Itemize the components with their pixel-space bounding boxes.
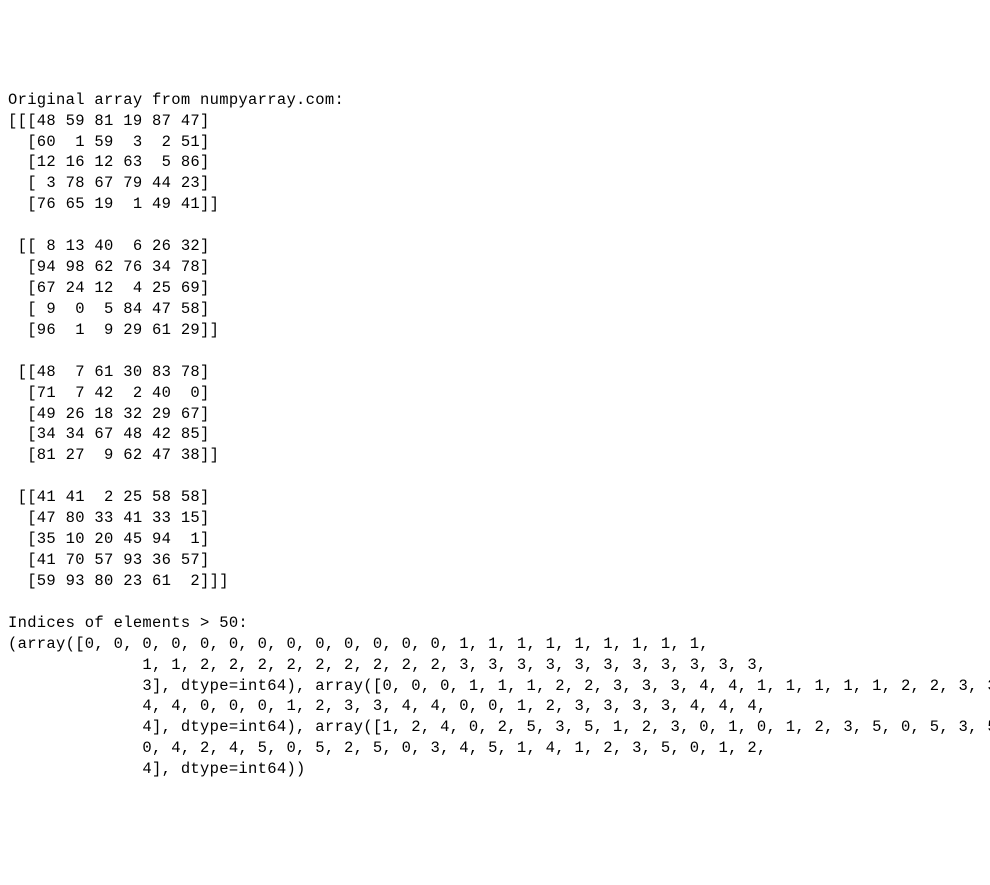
console-output: Original array from numpyarray.com: [[[4… [8,90,982,780]
